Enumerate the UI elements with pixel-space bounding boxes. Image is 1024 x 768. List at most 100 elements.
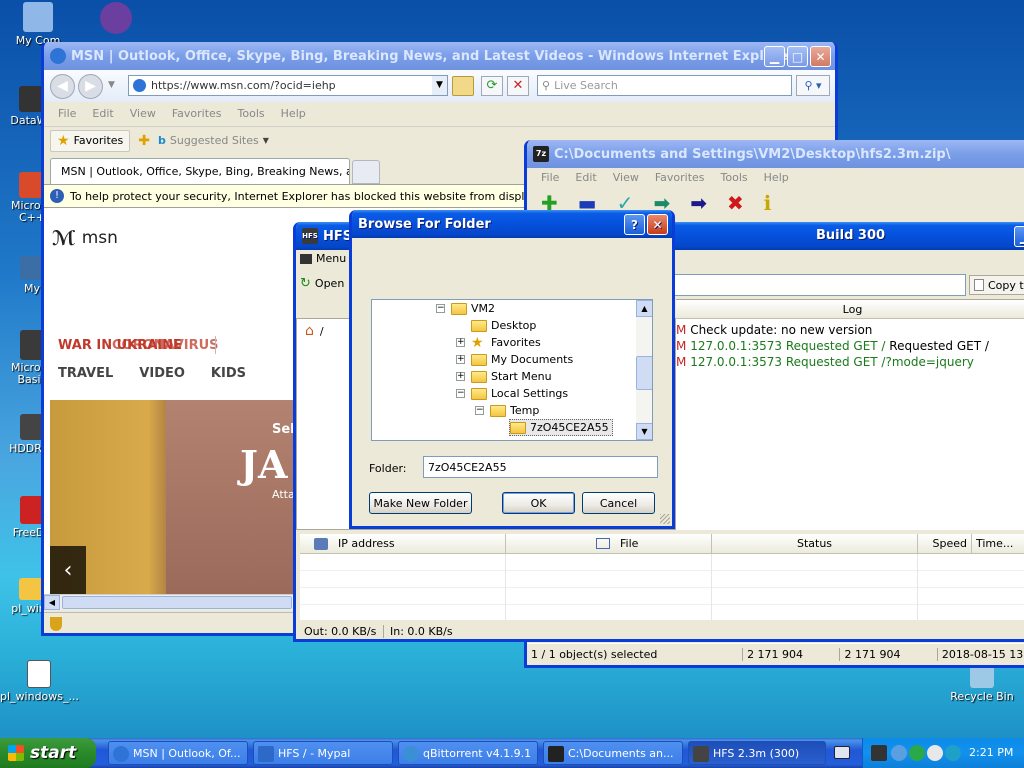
menu-view[interactable]: View bbox=[605, 171, 647, 184]
collapse-icon[interactable]: − bbox=[436, 304, 445, 313]
col-status[interactable]: Status bbox=[712, 534, 918, 554]
sync-tray-icon[interactable] bbox=[927, 745, 943, 761]
carousel-prev-button[interactable]: ‹ bbox=[50, 546, 86, 594]
edge-tray-icon[interactable] bbox=[945, 745, 961, 761]
menu-help[interactable]: Help bbox=[273, 107, 314, 120]
desktop-icon-my-computer[interactable]: My Com bbox=[6, 2, 70, 47]
menu-favorites[interactable]: Favorites bbox=[647, 171, 713, 184]
col-file[interactable]: File bbox=[506, 534, 712, 554]
vfs-root-item[interactable]: ⌂ / bbox=[305, 323, 324, 339]
tree-scrollbar[interactable]: ▲ ▼ bbox=[636, 300, 652, 440]
clock[interactable]: 2:21 PM bbox=[969, 746, 1013, 759]
tree-item-favorites[interactable]: + ★ Favorites bbox=[456, 334, 541, 351]
address-dropdown-button[interactable]: ▼ bbox=[432, 76, 447, 95]
tree-item-temp[interactable]: − Temp bbox=[475, 402, 539, 419]
taskbar-item-mypal[interactable]: HFS / - Mypal bbox=[253, 741, 393, 765]
taskbar-item-qbittorrent[interactable]: qBittorrent v4.1.9.1 bbox=[398, 741, 538, 765]
folder-tree[interactable]: − VM2 Desktop + ★ Favorites + My Documen… bbox=[371, 299, 653, 441]
desktop-icon-recycle-bin[interactable]: Recycle Bin bbox=[942, 662, 1022, 703]
menu-favorites[interactable]: Favorites bbox=[164, 107, 230, 120]
collapse-icon[interactable]: − bbox=[456, 389, 465, 398]
menu-file[interactable]: File bbox=[50, 107, 84, 120]
minimize-button[interactable]: ▁ bbox=[1014, 226, 1024, 247]
hfs-open-button[interactable]: ↻ Open bbox=[300, 276, 344, 291]
msn-logo[interactable]: ℳ msn bbox=[52, 226, 118, 250]
refresh-button[interactable]: ⟳ bbox=[481, 76, 503, 96]
maximize-button[interactable]: □ bbox=[787, 46, 808, 67]
new-tab-button[interactable] bbox=[352, 160, 380, 184]
search-input[interactable]: ⚲ Live Search bbox=[537, 75, 792, 96]
tree-item-start-menu[interactable]: + Start Menu bbox=[456, 368, 552, 385]
close-button[interactable]: ✕ bbox=[647, 214, 668, 235]
expand-icon[interactable]: + bbox=[456, 355, 465, 364]
menu-edit[interactable]: Edit bbox=[84, 107, 121, 120]
menu-file[interactable]: File bbox=[533, 171, 567, 184]
expand-icon[interactable]: + bbox=[456, 338, 465, 347]
forward-button[interactable]: ▶ bbox=[78, 74, 103, 99]
scroll-thumb[interactable] bbox=[636, 356, 652, 390]
tree-item-7zo45ce2a55[interactable]: 7zO45CE2A55 bbox=[509, 419, 613, 436]
desktop-icon-pl-windows[interactable]: pl_windows_... bbox=[0, 660, 79, 703]
tree-item-local-settings[interactable]: − Local Settings bbox=[456, 385, 568, 402]
tab-msn[interactable]: MSN | Outlook, Office, Skype, Bing, Brea… bbox=[50, 158, 350, 184]
ie-titlebar[interactable]: MSN | Outlook, Office, Skype, Bing, Brea… bbox=[44, 42, 835, 70]
suggested-sites-button[interactable]: b Suggested Sites ▼ bbox=[158, 134, 269, 147]
expand-icon[interactable]: + bbox=[456, 372, 465, 381]
desktop-icon-bittorrent[interactable] bbox=[84, 2, 148, 36]
nav-kids[interactable]: KIDS bbox=[211, 366, 246, 381]
taskbar-item-hfs[interactable]: HFS 2.3m (300) bbox=[688, 741, 826, 765]
col-ip-address[interactable]: IP address bbox=[300, 534, 506, 554]
favorites-button[interactable]: ★ Favorites bbox=[50, 129, 131, 152]
copy-to-clipboard-button[interactable]: Copy to bbox=[969, 275, 1024, 295]
collapse-icon[interactable]: − bbox=[475, 406, 484, 415]
scroll-thumb[interactable] bbox=[62, 596, 292, 609]
hero-image[interactable]: Sel JA Atta ‹ bbox=[50, 400, 296, 594]
menu-view[interactable]: View bbox=[122, 107, 164, 120]
hfs-menu-button[interactable]: Menu bbox=[300, 252, 346, 265]
move-icon[interactable]: ➡ bbox=[690, 191, 707, 215]
ie-hscrollbar[interactable]: ◀ bbox=[44, 594, 304, 610]
stop-button[interactable]: ✕ bbox=[507, 76, 529, 96]
keyboard-icon[interactable] bbox=[834, 746, 850, 759]
hfs-tray-icon[interactable] bbox=[871, 745, 887, 761]
info-icon[interactable]: ℹ bbox=[764, 191, 772, 215]
minimize-button[interactable]: ▁ bbox=[764, 46, 785, 67]
scroll-left-button[interactable]: ◀ bbox=[44, 595, 60, 610]
start-button[interactable]: start bbox=[0, 738, 96, 768]
nav-travel[interactable]: TRAVEL bbox=[58, 366, 113, 381]
help-button[interactable]: ? bbox=[624, 214, 645, 235]
resize-grip-icon[interactable] bbox=[660, 514, 670, 524]
menu-tools[interactable]: Tools bbox=[713, 171, 756, 184]
history-dropdown-icon[interactable]: ▼ bbox=[108, 80, 115, 90]
taskbar-item-7zip[interactable]: C:\Documents an... bbox=[543, 741, 683, 765]
hfs-url-field[interactable] bbox=[674, 274, 966, 296]
tree-item-desktop[interactable]: Desktop bbox=[471, 317, 536, 334]
col-time[interactable]: Time... bbox=[972, 534, 1024, 554]
close-button[interactable]: ✕ bbox=[810, 46, 831, 67]
tree-item-my-documents[interactable]: + My Documents bbox=[456, 351, 573, 368]
qbittorrent-tray-icon[interactable] bbox=[891, 745, 907, 761]
cancel-button[interactable]: Cancel bbox=[582, 492, 655, 514]
menu-tools[interactable]: Tools bbox=[230, 107, 273, 120]
col-speed[interactable]: Speed bbox=[918, 534, 972, 554]
headline-overlap[interactable]: CORONAVIRUS bbox=[112, 338, 219, 353]
ok-button[interactable]: OK bbox=[502, 492, 575, 514]
update-tray-icon[interactable] bbox=[909, 745, 925, 761]
dialog-titlebar[interactable]: Browse For Folder ? ✕ bbox=[352, 210, 672, 238]
protected-mode-icon[interactable] bbox=[50, 617, 62, 631]
add-favorite-icon[interactable]: ✚ bbox=[138, 133, 150, 149]
lock-icon[interactable] bbox=[452, 76, 474, 96]
address-bar[interactable]: https://www.msn.com/?ocid=iehp bbox=[128, 75, 448, 96]
back-button[interactable]: ◀ bbox=[50, 74, 75, 99]
7zip-titlebar[interactable]: 7z C:\Documents and Settings\VM2\Desktop… bbox=[527, 140, 1024, 168]
nav-video[interactable]: VIDEO bbox=[139, 366, 185, 381]
folder-input[interactable]: 7zO45CE2A55 bbox=[423, 456, 658, 478]
scroll-down-button[interactable]: ▼ bbox=[636, 423, 652, 440]
make-new-folder-button[interactable]: Make New Folder bbox=[369, 492, 472, 514]
scroll-up-button[interactable]: ▲ bbox=[636, 300, 652, 317]
delete-icon[interactable]: ✖ bbox=[727, 191, 744, 215]
menu-help[interactable]: Help bbox=[756, 171, 797, 184]
tree-item-vm2[interactable]: − VM2 bbox=[436, 300, 495, 317]
menu-edit[interactable]: Edit bbox=[567, 171, 604, 184]
taskbar-item-msn[interactable]: MSN | Outlook, Of... bbox=[108, 741, 248, 765]
